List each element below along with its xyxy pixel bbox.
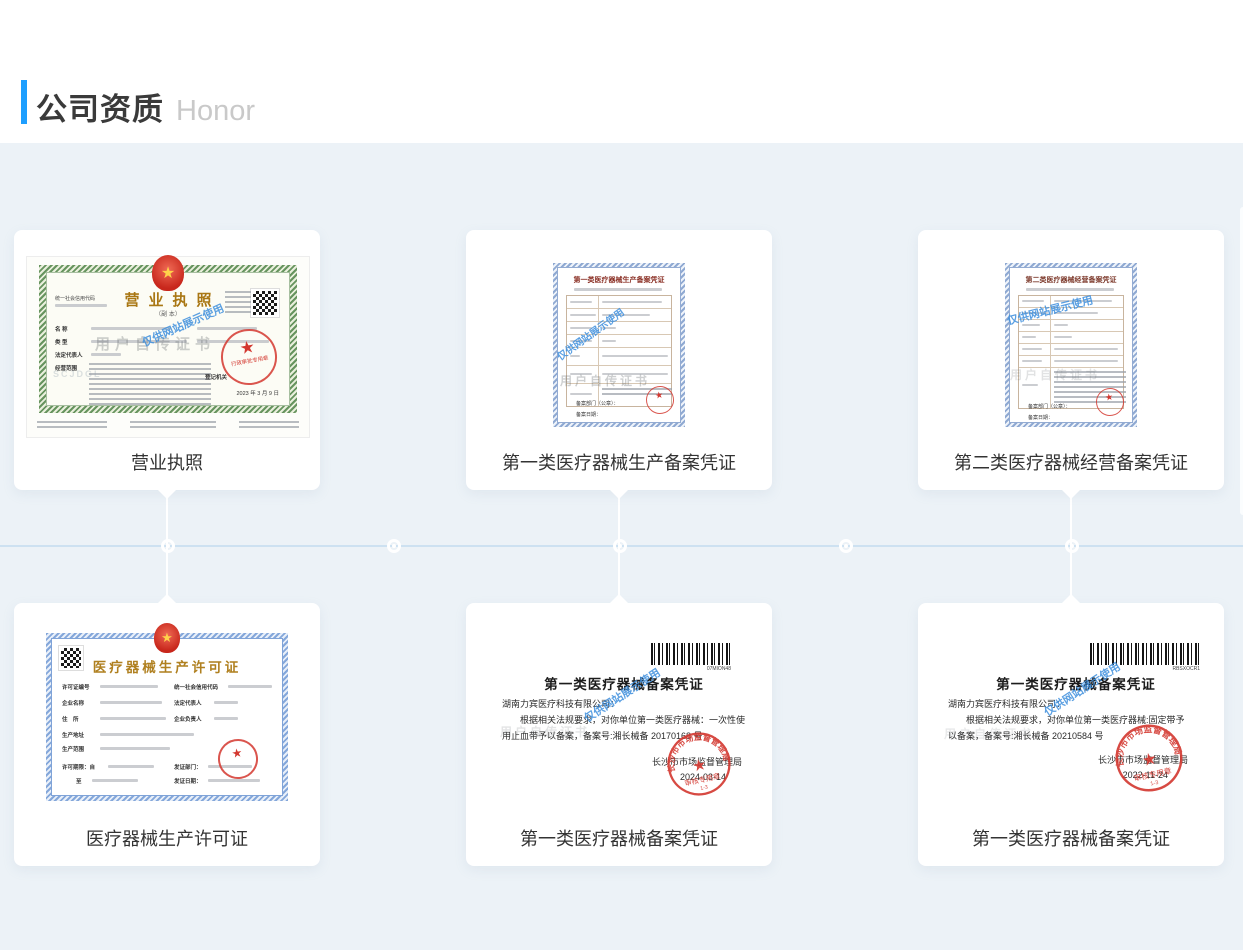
card-connector-notch (158, 594, 176, 603)
filing-number (1026, 288, 1114, 291)
registrar-label: 登记机关 (205, 373, 227, 381)
certificate-card-class2-operation-filing[interactable]: 第二类医疗器械经营备案凭证 仅供网站展示使用 用户自传证书 备案部门（公章）： … (918, 230, 1224, 490)
field-period-to: 至 (76, 777, 82, 785)
svg-text:1-3: 1-3 (700, 784, 709, 791)
card-connector-notch (1062, 490, 1080, 499)
svg-text:★: ★ (1140, 749, 1159, 771)
page-subtitle: Honor (176, 95, 255, 128)
field-license-no: 许可证编号 (62, 683, 90, 691)
section-accent-bar (21, 80, 27, 124)
red-seal-icon: 长沙市市场监督管理局 ★ 审核专用章 1-3 (660, 725, 738, 803)
gray-watermark: 用户自传证书 (500, 723, 590, 740)
filing-date-label: 备案日期： (576, 411, 601, 418)
field-label-legal-rep: 法定代表人 (55, 351, 83, 359)
gray-watermark: 用户自传证书 (1010, 366, 1100, 383)
card-connector-notch (1062, 594, 1080, 603)
field-manager: 企业负责人 (174, 715, 202, 723)
card-label: 第一类医疗器械备案凭证 (466, 825, 772, 851)
card-label: 第一类医疗器械生产备案凭证 (466, 449, 772, 475)
certificate-card-class1-production-filing[interactable]: 第一类医疗器械生产备案凭证 仅供网站展示使用 用户自传证书 备案部门（公章）： … (466, 230, 772, 490)
national-emblem-icon: ★ (154, 623, 180, 653)
svg-text:1-3: 1-3 (1150, 780, 1159, 788)
honor-section: ★ 统一社会信用代码 营业执照 （副 本） SCJDGL 名 称 类 型 法定代… (0, 143, 1243, 950)
card-label: 第二类医疗器械经营备案凭证 (918, 449, 1224, 475)
gray-watermark: 用户自传证书 (944, 725, 1034, 742)
certificate-card-class1-record-1[interactable]: 07MION48 第一类医疗器械备案凭证 湖南力宾医疗科技有限公司： 根据相关法… (466, 603, 772, 866)
certificate-image: 第一类医疗器械生产备案凭证 仅供网站展示使用 用户自传证书 备案部门（公章）： … (553, 263, 685, 427)
timeline-dot (613, 539, 627, 553)
business-license-image: ★ 统一社会信用代码 营业执照 （副 本） SCJDGL 名 称 类 型 法定代… (26, 256, 310, 438)
certificate-image: ★ 医疗器械生产许可证 许可证编号 统一社会信用代码 企业名称 法定代表人 住 … (46, 633, 288, 801)
qr-code-icon (251, 289, 279, 317)
certificate-card-production-license[interactable]: ★ 医疗器械生产许可证 许可证编号 统一社会信用代码 企业名称 法定代表人 住 … (14, 603, 320, 866)
scope-text-block (89, 363, 211, 405)
red-seal-icon: ★ (215, 736, 261, 782)
field-production-scope: 生产范围 (62, 745, 84, 753)
gray-watermark: 用户自传证书 (560, 372, 650, 389)
field-production-address: 生产地址 (62, 731, 84, 739)
field-credit-code: 统一社会信用代码 (174, 683, 218, 691)
timeline-dot (161, 539, 175, 553)
filing-number (574, 288, 662, 291)
certificate-card-class1-record-2[interactable]: RBSXOCR1 第一类医疗器械备案凭证 湖南力宾医疗科技有限公司： 根据相关法… (918, 603, 1224, 866)
barcode-icon (1090, 643, 1200, 665)
timeline-dot (839, 539, 853, 553)
field-label-scope: 经营范围 (55, 364, 77, 372)
field-company: 企业名称 (62, 699, 84, 707)
certificate-card-business-license[interactable]: ★ 统一社会信用代码 营业执照 （副 本） SCJDGL 名 称 类 型 法定代… (14, 230, 320, 490)
card-label: 营业执照 (14, 449, 320, 475)
svg-text:★: ★ (691, 756, 708, 776)
field-address: 住 所 (62, 715, 79, 723)
field-issue-date: 发证日期： (174, 777, 202, 785)
filing-dept-label: 备案部门（公章）： (576, 400, 619, 407)
card-connector-notch (158, 490, 176, 499)
certificate-image: 第二类医疗器械经营备案凭证 仅供网站展示使用 用户自传证书 备案部门（公章）： … (1005, 263, 1137, 427)
issue-date: 2023 年 3 月 9 日 (237, 389, 280, 397)
certificate-title: 第一类医疗器械生产备案凭证 (558, 275, 680, 285)
card-connector-notch (610, 490, 628, 499)
card-label: 医疗器械生产许可证 (14, 825, 320, 851)
barcode-text: 07MION48 (651, 666, 731, 672)
certificate-title: 第二类医疗器械经营备案凭证 (1010, 275, 1132, 285)
card-connector-notch (610, 594, 628, 603)
filing-dept-label: 备案部门（公章）： (1028, 403, 1071, 410)
card-label: 第一类医疗器械备案凭证 (918, 825, 1224, 851)
timeline-dot (1065, 539, 1079, 553)
certificate-frame: ★ 统一社会信用代码 营业执照 （副 本） SCJDGL 名 称 类 型 法定代… (39, 265, 297, 413)
field-label-name: 名 称 (55, 325, 68, 333)
certificate-title: 医疗器械生产许可证 (52, 656, 282, 676)
timeline-dot (387, 539, 401, 553)
barcode-icon (651, 643, 731, 665)
qr-side-text (225, 291, 251, 313)
filing-date-label: 备案日期： (1028, 414, 1053, 421)
page-title: 公司资质 (36, 84, 164, 129)
field-legal-rep: 法定代表人 (174, 699, 202, 707)
red-seal-icon: 长沙市市场监督管理局 ★ 审核专用章 1-3 (1107, 716, 1190, 799)
section-header: 公司资质 Honor (36, 84, 255, 129)
field-period-from: 许可期限：自 (62, 763, 95, 771)
field-label-type: 类 型 (55, 338, 68, 346)
footnote-text (37, 421, 299, 431)
national-emblem-icon: ★ (152, 255, 184, 291)
field-issue-dept: 发证部门： (174, 763, 202, 771)
